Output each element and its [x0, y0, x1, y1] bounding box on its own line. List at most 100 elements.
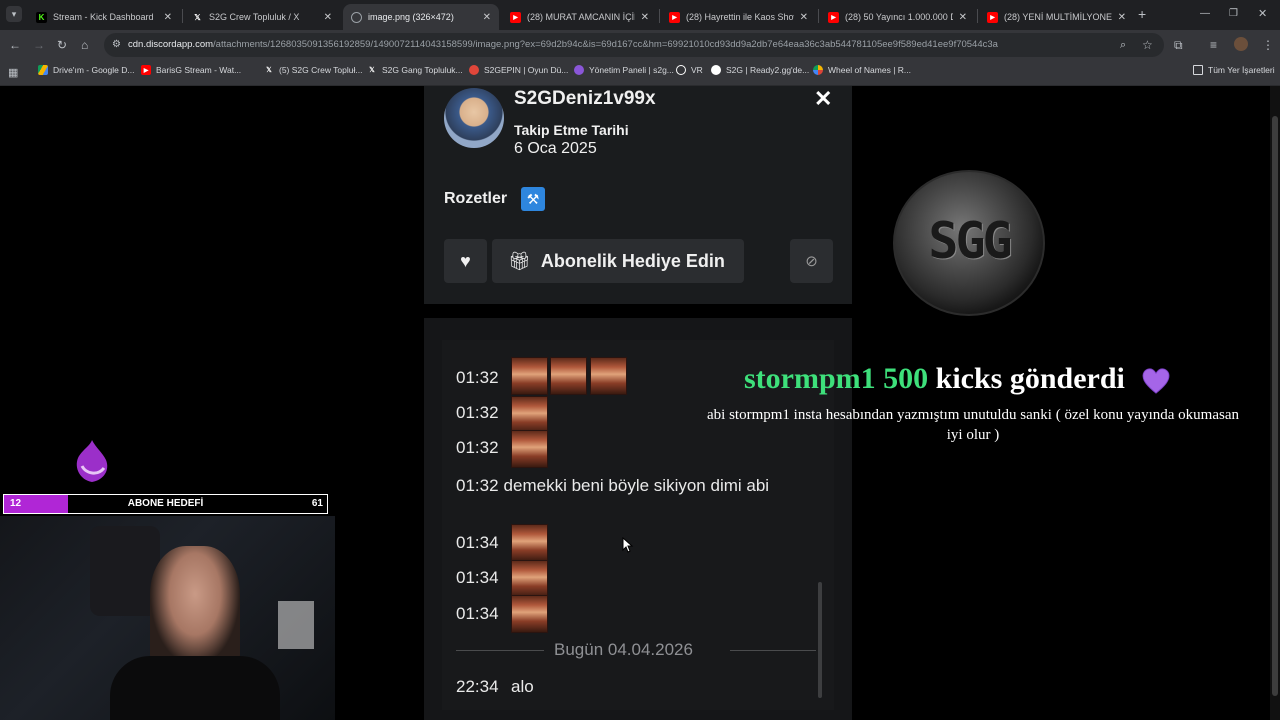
- pin-icon: [469, 65, 479, 75]
- tab-separator: [182, 9, 183, 23]
- bookmark-label: Drive'ım - Google D...: [53, 65, 135, 75]
- hammer-badge-icon: ⚒: [521, 187, 545, 211]
- profile-avatar-icon[interactable]: [1234, 37, 1248, 51]
- tab-youtube-hayrettin[interactable]: ▶ (28) Hayrettin ile Kaos Show - 2 ✕: [661, 4, 816, 30]
- bookmark-wheel[interactable]: Wheel of Names | R...: [813, 65, 911, 75]
- scrollbar-thumb[interactable]: [1272, 116, 1278, 696]
- message-time: 01:32: [456, 403, 499, 422]
- close-icon[interactable]: ✕: [324, 12, 332, 23]
- user-profile-card: S2GDeniz1v99x ✕ Takip Etme Tarihi 6 Oca …: [424, 86, 852, 304]
- chat-message: 01:34: [456, 568, 511, 588]
- wheel-icon: [813, 65, 823, 75]
- site-info-icon[interactable]: ⚙: [112, 37, 121, 53]
- youtube-icon: ▶: [141, 65, 151, 75]
- close-icon[interactable]: ✕: [959, 12, 967, 23]
- emote: [511, 524, 548, 562]
- message-time: 01:32: [456, 368, 499, 387]
- bookmark-label: Yönetim Paneli | s2g...: [589, 65, 674, 75]
- webcam-poster: [278, 601, 314, 649]
- new-tab-icon[interactable]: +: [1138, 6, 1146, 22]
- close-window-icon[interactable]: ✕: [1258, 6, 1267, 22]
- bookmark-label: BarisG Stream - Wat...: [156, 65, 242, 75]
- bookmark-barisg[interactable]: ▶ BarisG Stream - Wat...: [141, 65, 241, 75]
- message-time: 01:34: [456, 568, 499, 587]
- page-scrollbar[interactable]: [1270, 86, 1280, 720]
- bookmark-yonetim[interactable]: Yönetim Paneli | s2g...: [574, 65, 674, 75]
- media-icon[interactable]: ≡: [1210, 37, 1217, 53]
- bookmark-s2g-gang[interactable]: 𝕏 S2G Gang Topluluk...: [367, 65, 463, 75]
- close-icon[interactable]: ✕: [164, 12, 172, 23]
- apps-icon[interactable]: ▦: [8, 65, 18, 81]
- star-icon[interactable]: ☆: [1142, 37, 1153, 53]
- divider-date: Bugün 04.04.2026: [554, 640, 693, 659]
- forward-icon[interactable]: →: [33, 37, 45, 53]
- youtube-icon: ▶: [510, 11, 521, 23]
- bookmark-s2gepin[interactable]: S2GEPIN | Oyun Dü...: [469, 65, 568, 75]
- mouse-cursor-icon: [622, 537, 634, 553]
- bookmarks-bar: ▦ Drive'ım - Google D... ▶ BarisG Stream…: [0, 60, 1280, 86]
- restore-icon[interactable]: ❐: [1229, 6, 1238, 22]
- alert-amount: 500: [883, 362, 929, 395]
- tab-kick-dashboard[interactable]: K Stream - Kick Dashboard ✕: [28, 4, 180, 30]
- webcam-feed: [0, 516, 335, 720]
- tab-youtube-50-yayinci[interactable]: ▶ (28) 50 Yayıncı 1.000.000 Dolar ✕: [820, 4, 975, 30]
- chat-message: 22:34 alo: [456, 677, 534, 697]
- url-text: cdn.discordapp.com/attachments/126803509…: [128, 39, 998, 50]
- message-time: 22:34: [456, 677, 499, 696]
- zoom-icon[interactable]: ⌕: [1120, 37, 1126, 53]
- minimize-icon[interactable]: —: [1200, 6, 1210, 22]
- tab-image-png[interactable]: image.png (326×472) ✕: [343, 4, 499, 30]
- chat-message: 01:32 demekki beni böyle sikiyon dimi abi: [456, 474, 806, 498]
- heart-button[interactable]: ♥: [444, 239, 487, 283]
- back-icon[interactable]: ←: [9, 37, 21, 53]
- alert-user: stormpm1: [744, 362, 876, 395]
- purple-heart-icon: [1142, 368, 1170, 394]
- drive-icon: [38, 65, 48, 75]
- page-content: S2GDeniz1v99x ✕ Takip Etme Tarihi 6 Oca …: [0, 86, 1280, 720]
- mute-button[interactable]: ⊘: [790, 239, 833, 283]
- home-icon[interactable]: ⌂: [81, 37, 88, 53]
- bookmark-vr[interactable]: VR: [676, 65, 703, 75]
- webcam-person: [150, 546, 240, 666]
- heart-icon: ♥: [460, 250, 471, 271]
- username: S2GDeniz1v99x: [514, 88, 656, 109]
- tab-search-icon[interactable]: ▾: [6, 6, 22, 22]
- close-icon[interactable]: ✕: [814, 86, 832, 112]
- close-icon[interactable]: ✕: [483, 12, 491, 23]
- youtube-icon: ▶: [669, 11, 680, 23]
- tab-title: S2G Crew Topluluk / X: [209, 12, 300, 22]
- bookmark-drive[interactable]: Drive'ım - Google D...: [38, 65, 134, 75]
- close-icon[interactable]: ✕: [1118, 12, 1126, 23]
- badges-label: Rozetler: [444, 190, 508, 207]
- x-icon: 𝕏: [369, 67, 375, 74]
- chat-scrollbar[interactable]: [818, 582, 822, 698]
- address-bar[interactable]: ⚙ cdn.discordapp.com/attachments/1268035…: [104, 33, 1164, 57]
- chat-message: 01:32: [456, 403, 511, 423]
- bookmark-all-folder[interactable]: Tüm Yer İşaretleri: [1193, 65, 1275, 75]
- extensions-icon[interactable]: ⧉: [1174, 37, 1183, 53]
- reload-icon[interactable]: ↻: [57, 37, 67, 53]
- bookmark-s2g-crew[interactable]: 𝕏 (5) S2G Crew Topluł...: [264, 65, 362, 75]
- menu-icon[interactable]: ⋮: [1262, 37, 1274, 53]
- tab-title: (28) Hayrettin ile Kaos Show - 2: [686, 12, 794, 22]
- emote: [511, 357, 548, 395]
- kicks-alert-title: stormpm1 500 kicks gönderdi: [744, 362, 1170, 396]
- close-icon[interactable]: ✕: [641, 12, 649, 23]
- tab-separator: [659, 9, 660, 23]
- panel-icon: [574, 65, 584, 75]
- close-icon[interactable]: ✕: [800, 12, 808, 23]
- message-time: 01:32: [456, 438, 499, 457]
- tab-title: Stream - Kick Dashboard: [53, 12, 154, 22]
- tab-youtube-multimilyoner[interactable]: ▶ (28) YENİ MULTİMİLYONER AR ✕: [979, 4, 1134, 30]
- gift-subscription-button[interactable]: 🎁︎ Abonelik Hediye Edin: [492, 239, 744, 283]
- tab-s2g-crew[interactable]: 𝕏 S2G Crew Topluluk / X ✕: [184, 4, 340, 30]
- tab-youtube-murat[interactable]: ▶ (28) MURAT AMCANIN İÇİNDE ✕: [502, 4, 657, 30]
- bookmark-label: Wheel of Names | R...: [828, 65, 911, 75]
- bookmark-label: S2G Gang Topluluk...: [382, 65, 463, 75]
- bookmark-label: (5) S2G Crew Topluł...: [279, 65, 363, 75]
- kicks-alert-message: abi stormpm1 insta hesabından yazmıştım …: [707, 407, 1239, 443]
- bookmark-ready2[interactable]: S2G | Ready2.gg'de...: [711, 65, 809, 75]
- chat-message: 01:32: [456, 368, 511, 388]
- divider-line: [456, 650, 544, 651]
- message-time: 01:34: [456, 533, 499, 552]
